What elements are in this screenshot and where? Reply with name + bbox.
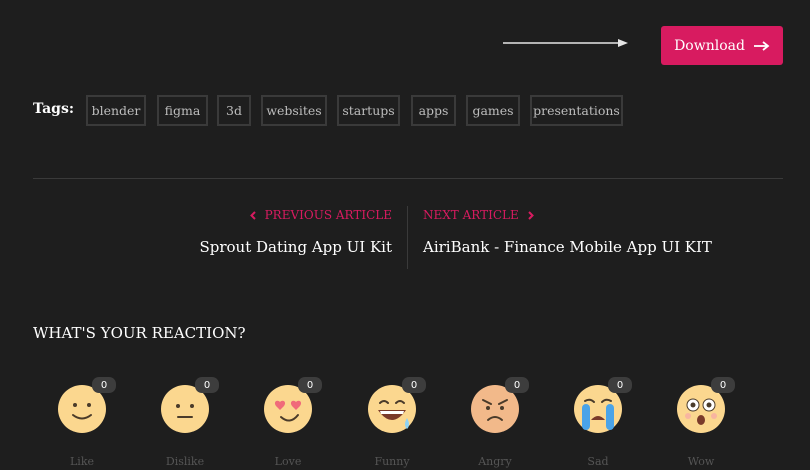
article-nav-separator (407, 206, 408, 269)
arrow-right-icon (753, 40, 770, 51)
next-article-label: NEXT ARTICLE (423, 208, 519, 222)
reaction-count-badge: 0 (505, 377, 529, 393)
reaction-love[interactable]: 0 Love (263, 377, 322, 470)
reaction-label: Wow (687, 455, 715, 468)
reaction-funny[interactable]: 0 Funny (367, 377, 426, 470)
reaction-label: Love (274, 455, 302, 468)
reaction-dislike[interactable]: 0 Dislike (160, 377, 219, 470)
reaction-label: Dislike (165, 455, 205, 468)
section-divider (33, 178, 783, 179)
tag-websites[interactable]: websites (261, 95, 327, 126)
reaction-count-badge: 0 (711, 377, 735, 393)
download-button-label: Download (674, 37, 745, 54)
reaction-count-badge: 0 (92, 377, 116, 393)
previous-article-title[interactable]: Sprout Dating App UI Kit (199, 238, 392, 256)
tag-presentations[interactable]: presentations (530, 95, 623, 126)
reaction-label: Funny (374, 455, 410, 468)
tag-blender[interactable]: blender (86, 95, 146, 126)
chevron-left-icon (249, 210, 256, 220)
tag-figma[interactable]: figma (157, 95, 208, 126)
previous-article-label: PREVIOUS ARTICLE (264, 208, 392, 222)
reaction-angry[interactable]: 0 Angry (470, 377, 529, 470)
decorative-arrow-icon (503, 39, 628, 47)
previous-article-link[interactable]: PREVIOUS ARTICLE (249, 208, 392, 222)
next-article-title[interactable]: AiriBank - Finance Mobile App UI KIT (423, 238, 712, 256)
reaction-label: Angry (478, 455, 512, 468)
tag-games[interactable]: games (466, 95, 520, 126)
reaction-label: Like (70, 455, 94, 468)
reaction-label: Sad (587, 455, 609, 468)
reaction-wow[interactable]: 0 Wow (676, 377, 735, 470)
next-article-link[interactable]: NEXT ARTICLE (423, 208, 534, 222)
download-button[interactable]: Download (661, 26, 783, 65)
tags-label: Tags: (33, 101, 74, 117)
tag-apps[interactable]: apps (411, 95, 456, 126)
reaction-count-badge: 0 (402, 377, 426, 393)
reaction-heading: WHAT'S YOUR REACTION? (33, 324, 246, 342)
reaction-count-badge: 0 (195, 377, 219, 393)
reaction-like[interactable]: 0 Like (57, 377, 116, 470)
reaction-count-badge: 0 (298, 377, 322, 393)
tag-startups[interactable]: startups (337, 95, 400, 126)
tag-3d[interactable]: 3d (217, 95, 251, 126)
reaction-count-badge: 0 (608, 377, 632, 393)
chevron-right-icon (528, 210, 534, 220)
reaction-sad[interactable]: 0 Sad (573, 377, 632, 470)
